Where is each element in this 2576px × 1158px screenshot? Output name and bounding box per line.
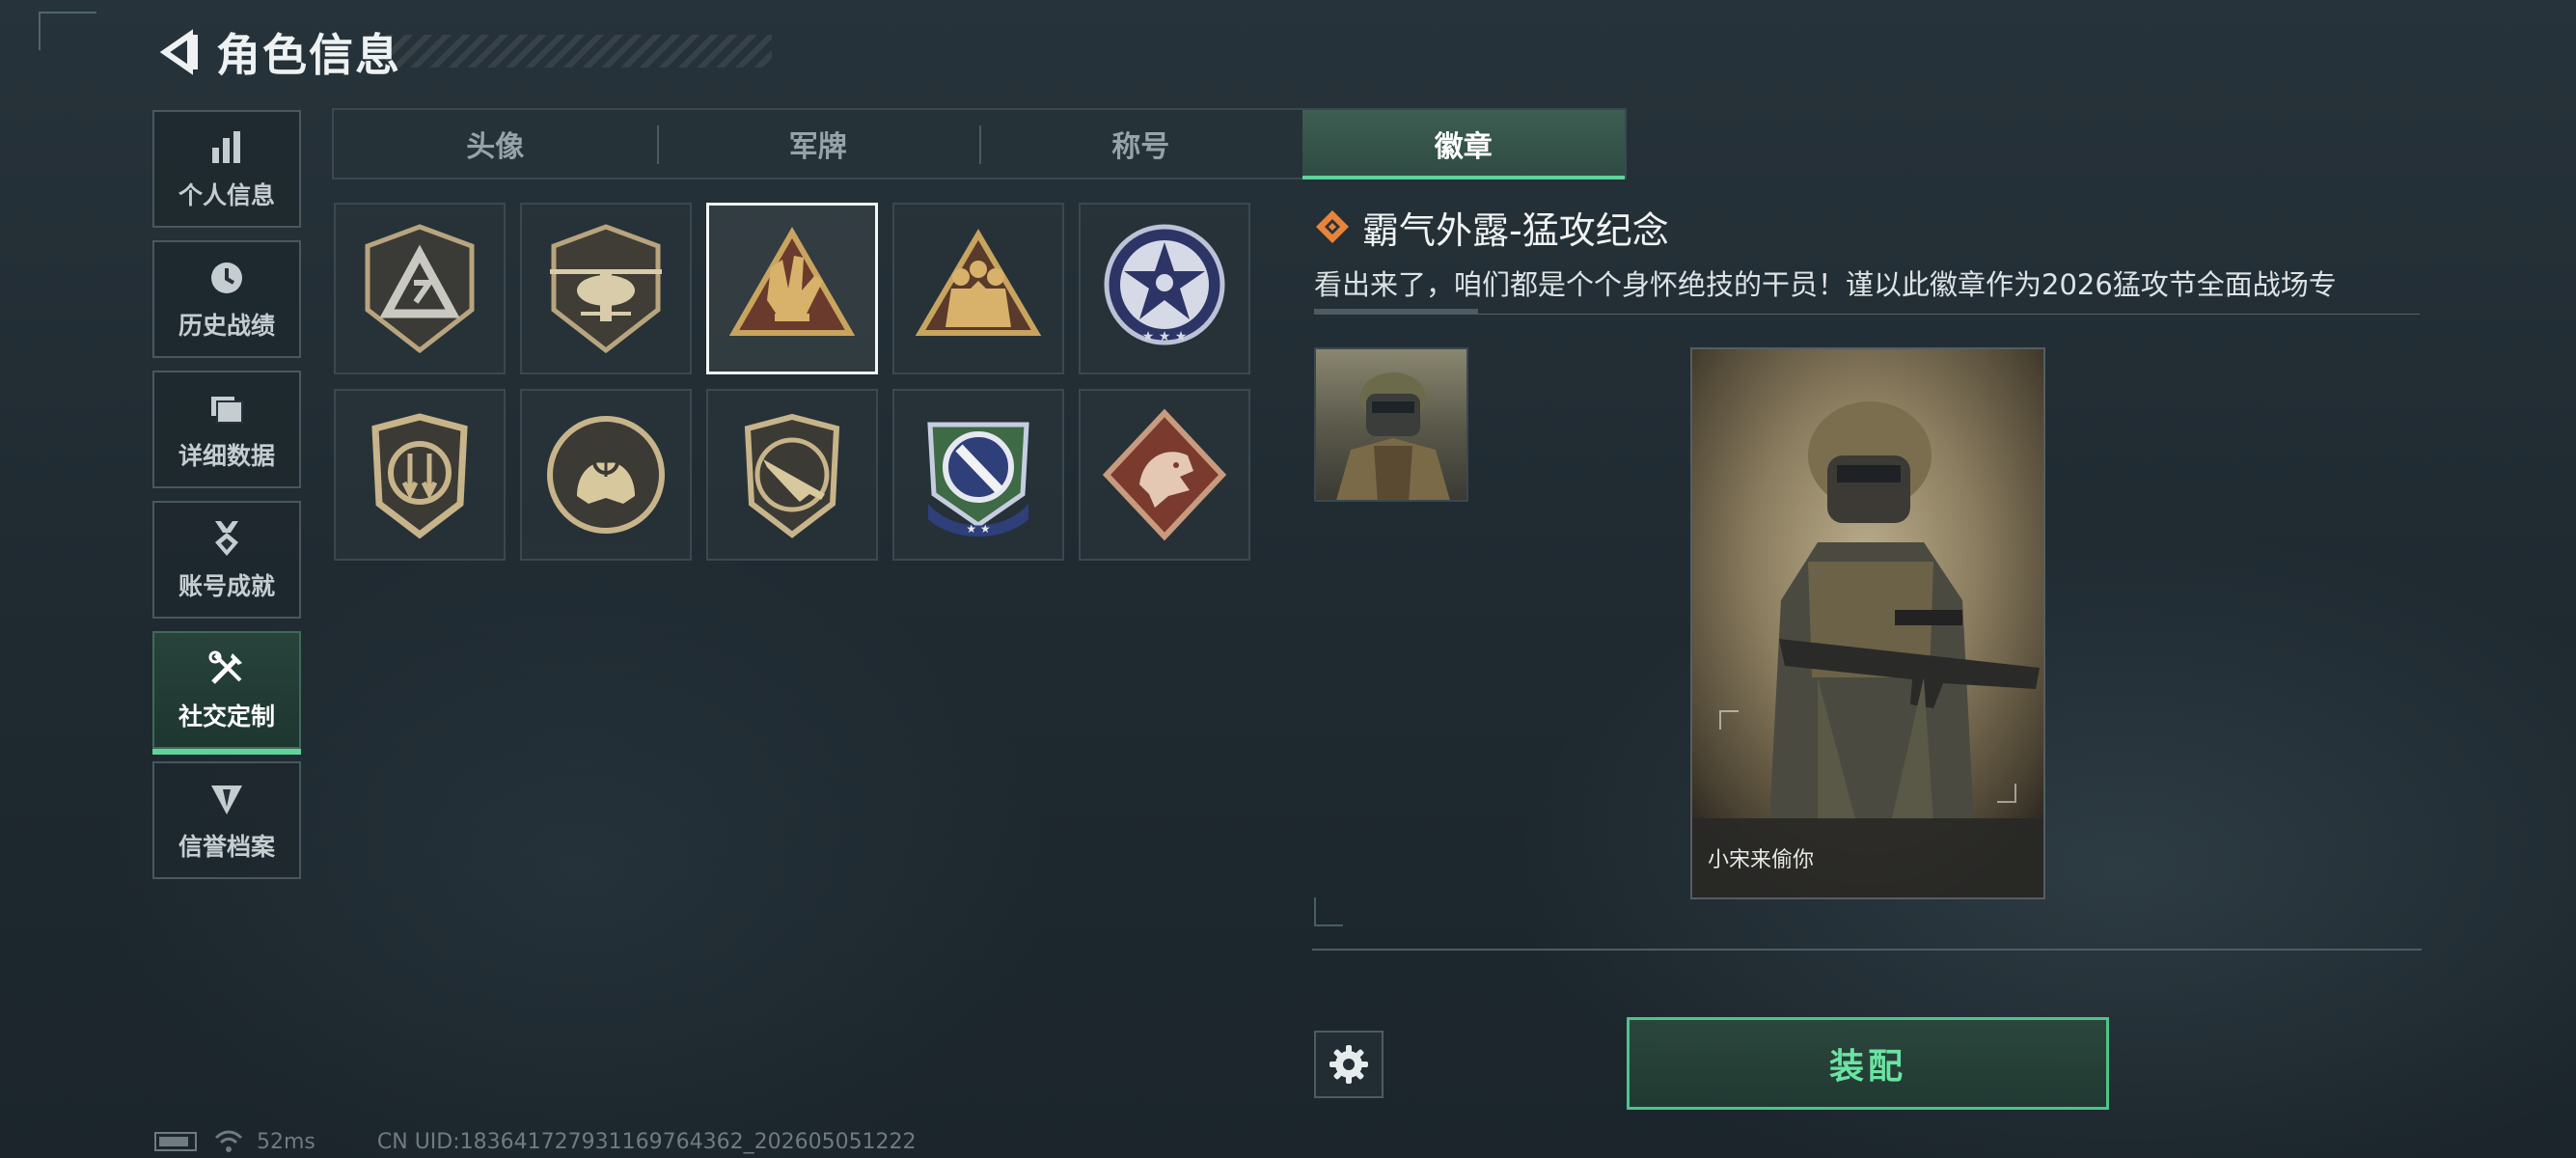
badge-cell[interactable] [334,389,506,561]
sidebar-item-label: 社交定制 [178,703,275,731]
bar-chart-icon [206,126,248,169]
equip-button-label: 装配 [1828,1047,1906,1087]
badge-cell[interactable] [520,389,692,561]
gear-icon [1329,1045,1368,1084]
triangle-emblem-badge-icon [365,224,475,354]
crosshair-skull-badge-icon [547,416,665,534]
badge-cell[interactable] [1079,389,1250,561]
badge-cell[interactable]: ★ ★ [892,389,1064,561]
panel-divider [1312,949,2422,951]
settings-button[interactable] [1314,1031,1384,1098]
badge-title-diamond-icon [1316,210,1349,243]
squad-soldiers-badge-icon [915,229,1042,336]
network-ping: 52ms [257,1129,315,1154]
page-title: 角色信息 [216,29,401,81]
sidebar-item-social-custom[interactable]: 社交定制 [152,631,301,755]
tab-dogtag[interactable]: 军牌 [656,110,980,178]
category-tabs: 头像 军牌 称号 徽章 [332,108,1627,179]
card-corner-deco [1997,784,2016,803]
badge-name: 霸气外露-猛攻纪念 [1362,208,1669,252]
badge-cell-selected[interactable] [706,203,878,374]
knife-target-badge-icon: ★ ★ [927,422,1029,537]
player-avatar-thumbnail[interactable] [1314,347,1468,502]
badge-cell[interactable] [706,389,878,561]
rifle-shield-badge-icon [744,413,840,538]
back-arrow-icon [159,29,198,75]
wifi-icon [214,1130,243,1152]
tools-icon [206,648,248,690]
achievement-medal-icon [206,517,248,560]
sidebar-item-label: 信誉档案 [178,833,275,861]
badge-grid: ★ ★ ★ ★ ★ [334,203,1299,561]
hand-gesture-badge-icon [728,226,856,336]
badge-cell[interactable] [520,203,692,374]
history-clock-icon [206,257,248,299]
down-arrows-shield-badge-icon [371,413,468,539]
reputation-shield-icon [206,778,248,820]
sidebar-item-personal-info[interactable]: 个人信息 [152,110,301,228]
tab-title[interactable]: 称号 [979,110,1302,178]
battery-icon [154,1132,197,1151]
badge-cell[interactable] [892,203,1064,374]
page-header: 角色信息 [154,23,772,81]
card-name-bar: 小宋来偷你 [1692,818,2043,897]
soldier-avatar-image [1336,372,1450,500]
tab-badge[interactable]: 徽章 [1302,110,1625,179]
card-corner-deco [1719,710,1739,730]
corner-bracket-deco [39,12,96,50]
sidebar-item-label: 账号成就 [178,572,275,600]
sidebar-item-reputation[interactable]: 信誉档案 [152,761,301,879]
sidebar-item-label: 个人信息 [178,181,275,209]
star-skull-badge-icon: ★ ★ ★ [1104,224,1225,345]
user-uid: CN UID:18364172793116976436​2_2026050512… [376,1129,917,1154]
player-nickname: 小宋来偷你 [1708,848,1815,872]
badge-description-box[interactable]: 看出来了，咱们都是个个身怀绝技的干员！谨以此徽章作为2026猛攻节全面战场专 [1314,261,2420,315]
tab-avatar[interactable]: 头像 [334,110,657,178]
side-navigation: 个人信息 历史战绩 详细数据 账号成就 社交定制 信誉档案 [152,110,301,892]
equip-button[interactable]: 装配 [1627,1017,2109,1110]
sidebar-item-achievements[interactable]: 账号成就 [152,501,301,619]
soldier-portrait-image [1769,401,2040,822]
badge-cell[interactable]: ★ ★ ★ [1079,203,1250,374]
sidebar-item-history[interactable]: 历史战绩 [152,240,301,358]
svg-text:★ ★: ★ ★ [966,522,990,536]
folder-icon [206,387,248,429]
status-bar: 52ms CN UID:18364172793116976436​2_20260… [154,1127,917,1156]
badge-description: 看出来了，咱们都是个个身怀绝技的干员！谨以此徽章作为2026猛攻节全面战场专 [1314,268,2337,301]
svg-text:★ ★ ★: ★ ★ ★ [1142,329,1188,345]
sidebar-item-label: 历史战绩 [178,312,275,340]
badge-cell[interactable] [334,203,506,374]
sidebar-item-detailed-data[interactable]: 详细数据 [152,371,301,488]
badge-detail-title: 霸气外露-猛攻纪念 [1314,203,1669,252]
dragon-diamond-badge-icon [1102,408,1227,541]
helicopter-badge-icon [550,224,662,354]
back-button[interactable] [154,25,203,79]
description-scrollbar[interactable] [1314,309,1478,315]
sidebar-item-label: 详细数据 [178,442,275,470]
corner-bracket-deco [1314,897,1343,926]
character-showcase-card: 小宋来偷你 [1690,347,2045,899]
header-stripes-deco [386,35,772,68]
